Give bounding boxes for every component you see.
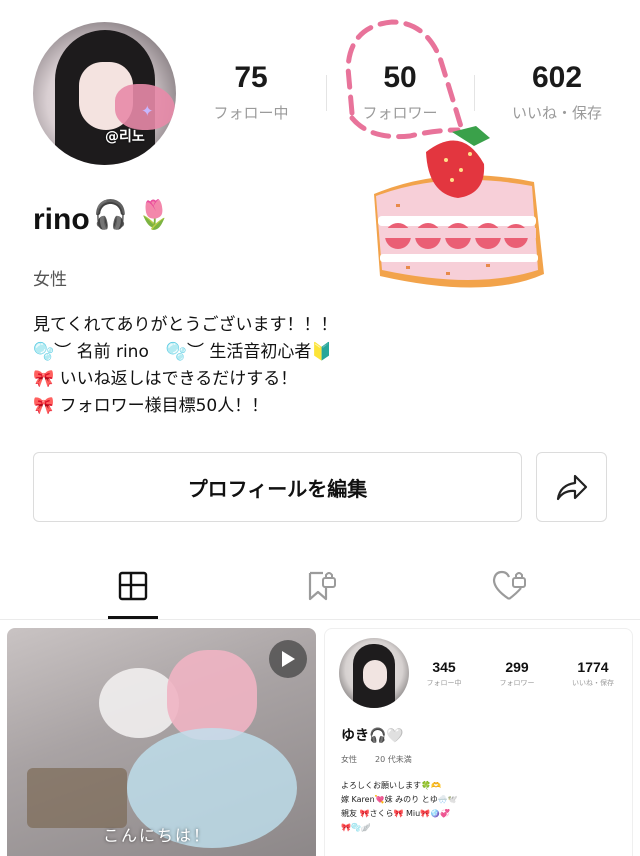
- bio-line: 見てくれてありがとうございます！！！: [33, 315, 338, 335]
- mini-bio-line: 🎀🫧🪽: [341, 823, 371, 832]
- profile-name: rino: [33, 203, 90, 236]
- mini-stat-likes: 1774 いいね・保存: [572, 659, 614, 687]
- post-caption: こんにちは！: [103, 826, 212, 845]
- likes-count: 602: [531, 61, 583, 94]
- profile-avatar[interactable]: ✦ @리노: [33, 22, 176, 165]
- tabs-divider: [0, 619, 640, 620]
- stat-likes[interactable]: 602 いいね・保存: [492, 58, 622, 123]
- tab-saved[interactable]: [290, 566, 350, 606]
- bio-line: 🎀 いいね返しはできるだけする！: [33, 369, 298, 389]
- edit-profile-button[interactable]: プロフィールを編集: [33, 452, 522, 522]
- mini-bio-line: 嫁 Karen💘妹 みのり とゆ🌨️🕊️: [341, 795, 458, 804]
- following-count: 75: [234, 61, 268, 94]
- mini-gender-tag: 女性: [341, 755, 357, 764]
- strawberry-cake-sticker: [374, 126, 544, 288]
- avatar-tag: @리노: [105, 129, 145, 145]
- bio-line: 🎀 フォロワー様目標50人！！: [33, 396, 269, 416]
- mini-profile-name: ゆき🎧🤍: [341, 728, 404, 744]
- mini-stat-following: 345 フォロー中: [426, 659, 462, 687]
- grid-icon: [118, 571, 148, 601]
- stat-divider: [326, 75, 327, 111]
- likes-label: いいね・保存: [511, 104, 602, 122]
- mini-profile-bio: よろしくお願いします🍀🫶 嫁 Karen💘妹 みのり とゆ🌨️🕊️ 親友 🎀さく…: [341, 779, 626, 835]
- star-icon: ✦: [141, 102, 154, 120]
- stat-following[interactable]: 75 フォロー中: [186, 58, 316, 123]
- following-label: フォロー中: [213, 104, 289, 122]
- gender-tag: 女性: [33, 270, 67, 290]
- mini-bio-line: 親友 🎀さくら🎀 Miu🎀🪩💞: [341, 809, 451, 818]
- tab-posts[interactable]: [103, 566, 163, 606]
- mini-stat-followers: 299 フォロワー: [499, 659, 535, 687]
- mini-age-tag: 20 代未満: [375, 755, 412, 764]
- heart-lock-icon: [492, 570, 526, 600]
- play-icon: [269, 640, 307, 678]
- share-arrow-icon: [556, 474, 587, 501]
- mini-avatar: [339, 638, 409, 708]
- profile-bio: 見てくれてありがとうございます！！！ 🫧︶ 名前 rino 🫧︶ 生活音初心者🔰…: [33, 312, 593, 420]
- post-video-thumbnail[interactable]: こんにちは！: [7, 628, 316, 856]
- name-emoji: 🎧 🌷: [93, 198, 172, 231]
- post-profile-screenshot[interactable]: 345 フォロー中 299 フォロワー 1774 いいね・保存 ゆき🎧🤍 女性 …: [324, 628, 633, 856]
- tab-liked[interactable]: [479, 566, 539, 606]
- mini-bio-line: よろしくお願いします🍀🫶: [341, 781, 441, 790]
- share-button[interactable]: [536, 452, 607, 522]
- bookmark-lock-icon: [308, 571, 336, 601]
- bio-line: 🫧︶ 名前 rino 🫧︶ 生活音初心者🔰: [33, 342, 333, 362]
